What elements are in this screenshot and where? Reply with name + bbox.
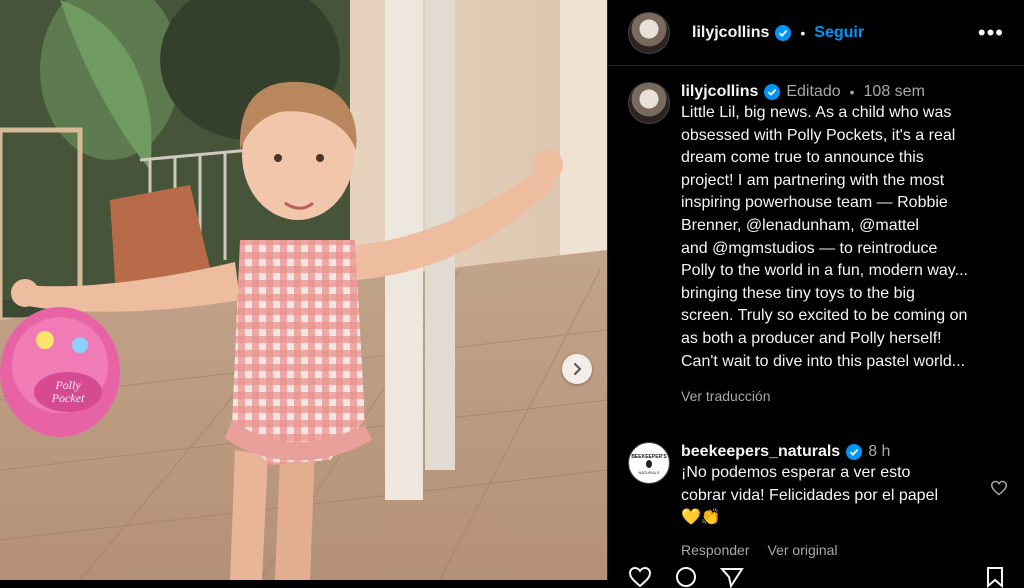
- more-options-button[interactable]: •••: [978, 20, 1004, 46]
- save-bookmark-icon[interactable]: [985, 566, 1005, 588]
- toy-label-1: Polly: [54, 378, 81, 392]
- verified-badge-icon: [764, 84, 781, 100]
- comment-meta: beekeepers_naturals 8 h: [681, 442, 981, 462]
- caption-time[interactable]: 108 sem: [864, 82, 925, 102]
- comment-time[interactable]: 8 h: [868, 442, 890, 462]
- caption-username[interactable]: lilyjcollins: [681, 82, 758, 102]
- toy-label-2: Pocket: [51, 391, 85, 405]
- caption-line: dream come true to announce this: [681, 149, 924, 167]
- separator-dot: •: [800, 24, 806, 41]
- chevron-right-icon: [574, 363, 582, 375]
- edited-label: Editado: [786, 83, 841, 100]
- caption-line: as both a producer and Polly herself!: [681, 329, 942, 347]
- comment-text: ¡No podemos esperar a ver esto cobrar vi…: [681, 462, 981, 530]
- see-translation-link[interactable]: Ver traducción: [681, 388, 1004, 404]
- comment-line: cobrar vida! Felicidades por el papel: [681, 486, 939, 504]
- header-username[interactable]: lilyjcollins: [692, 24, 769, 42]
- post-photo[interactable]: Polly Pocket: [0, 0, 607, 580]
- share-send-icon[interactable]: [720, 566, 744, 588]
- caption-line: Little Lil, big news. As a child who was: [681, 104, 952, 121]
- comment-actions: Responder Ver original: [681, 542, 981, 558]
- comment-username[interactable]: beekeepers_naturals: [681, 442, 840, 462]
- comment-line: ¡No podemos esperar a ver esto: [681, 464, 911, 482]
- caption-line: Polly to the world in a fun, modern way.…: [681, 262, 968, 280]
- polly-pocket-toy: Polly Pocket: [0, 307, 120, 437]
- like-comment-heart-icon[interactable]: [990, 480, 1008, 501]
- verified-badge-icon: [775, 24, 792, 41]
- caption-avatar[interactable]: [628, 82, 670, 124]
- comment-bubble-icon[interactable]: [674, 566, 698, 588]
- avatar[interactable]: [628, 11, 670, 54]
- follow-button[interactable]: Seguir: [814, 24, 864, 42]
- svg-text:BEEKEEPER'S: BEEKEEPER'S: [631, 454, 667, 460]
- caption-line: screen. Truly so excited to be coming on: [681, 307, 968, 325]
- caption-body: lilyjcollins Editado • 108 sem Little Li…: [681, 82, 1004, 404]
- caption-line: Brenner, @lenadunham, @mattel: [681, 216, 919, 234]
- photo-illustration: Polly Pocket: [0, 0, 607, 580]
- verified-badge-icon: [846, 444, 863, 461]
- post-viewer: Polly Pocket lilyjcollins • Seguir ••• l…: [0, 0, 1024, 588]
- post-actions-bar: [628, 566, 1005, 588]
- caption: lilyjcollins Editado • 108 sem Little Li…: [608, 66, 1024, 404]
- caption-line: inspiring powerhouse team — Robbie: [681, 194, 948, 212]
- comment-avatar[interactable]: BEEKEEPER'S NATURALS: [628, 442, 670, 485]
- caption-meta: lilyjcollins Editado • 108 sem: [681, 82, 1004, 102]
- comment: BEEKEEPER'S NATURALS beekeepers_naturals…: [608, 442, 1024, 558]
- next-photo-button[interactable]: [562, 354, 592, 384]
- reply-button[interactable]: Responder: [681, 542, 750, 558]
- post-side-panel: lilyjcollins • Seguir ••• lilyjcollins E…: [607, 0, 1024, 588]
- comment-emoji: 💛👏: [681, 509, 721, 527]
- post-header: lilyjcollins • Seguir •••: [608, 0, 1024, 66]
- separator-dot: •: [849, 84, 855, 100]
- see-original-button[interactable]: Ver original: [768, 542, 838, 558]
- caption-line: obsessed with Polly Pockets, it's a real: [681, 126, 956, 144]
- caption-line: project! I am partnering with the most: [681, 171, 945, 189]
- caption-line: bringing these tiny toys to the big: [681, 284, 915, 302]
- caption-line: Can't wait to dive into this pastel worl…: [681, 352, 966, 370]
- caption-text: Little Lil, big news. As a child who was…: [681, 102, 1004, 373]
- comment-body: beekeepers_naturals 8 h ¡No podemos espe…: [681, 442, 981, 558]
- beekeepers-logo-icon: BEEKEEPER'S NATURALS: [630, 444, 668, 483]
- like-heart-icon[interactable]: [628, 566, 652, 588]
- svg-text:NATURALS: NATURALS: [638, 470, 659, 475]
- caption-line: and @mgmstudios — to reintroduce: [681, 239, 938, 257]
